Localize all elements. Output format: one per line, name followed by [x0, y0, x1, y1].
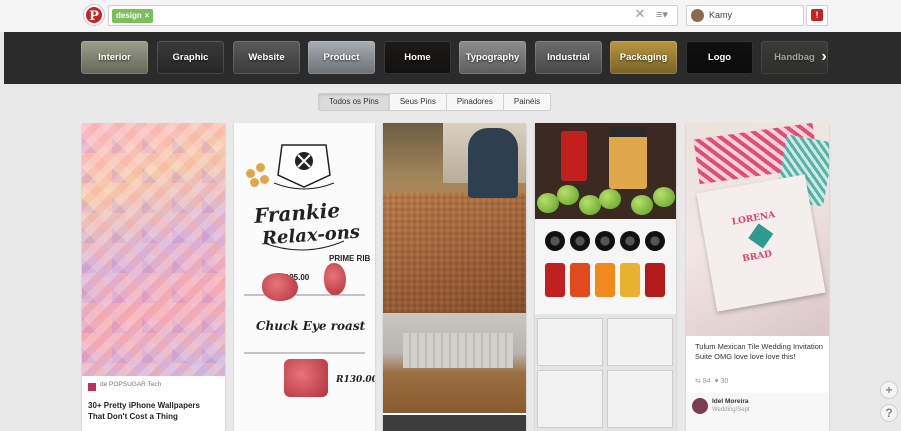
ribs-icon — [284, 359, 328, 397]
sketch-photo — [537, 370, 603, 428]
pin-image[interactable] — [82, 123, 225, 376]
menu-item-title: Chuck Eye roast — [256, 319, 366, 333]
category-industrial[interactable]: Industrial — [535, 41, 602, 74]
pinterest-logo-icon[interactable]: P — [84, 5, 104, 25]
pinner-name[interactable]: Idel Moreira — [712, 398, 748, 405]
tag-remove-icon[interactable]: × — [145, 11, 150, 20]
pin-filter-tabs: Todos os Pins Seus Pins Pinadores Painéi… — [318, 93, 552, 111]
pin-image[interactable]: LORENA BRAD — [686, 123, 829, 336]
pin-image[interactable]: Frankie Relax-ons PRIME RIB R195.00 Chuc… — [234, 123, 375, 431]
apple-icon — [579, 195, 601, 215]
potato-icon — [256, 163, 265, 172]
potato-icon — [250, 178, 259, 187]
jar-icon — [620, 263, 640, 297]
sketch-photo — [607, 318, 673, 366]
sketch-photo — [607, 370, 673, 428]
pin-image[interactable] — [383, 415, 526, 431]
pin-stats: ⇆ 84 ♥ 30 — [695, 377, 728, 385]
source-icon — [88, 383, 96, 391]
sketch-photo — [537, 318, 603, 366]
pinner-board[interactable]: Wedding/Sept — [712, 407, 750, 413]
jar-icon — [595, 263, 615, 297]
pin-image[interactable] — [535, 123, 676, 219]
jar-icon — [645, 263, 665, 297]
user-profile-button[interactable]: Kamy — [686, 5, 804, 26]
pin-card-penny-floor[interactable] — [383, 123, 526, 431]
cabinet-photo — [403, 333, 513, 368]
pin-image[interactable] — [535, 314, 676, 431]
notification-icon: ! — [811, 9, 823, 21]
menu-price: R130.00 — [336, 375, 375, 385]
category-typography[interactable]: Typography — [459, 41, 526, 74]
diamond-icon — [748, 223, 774, 249]
jar-icon — [545, 263, 565, 297]
clear-search-icon[interactable]: ✕ — [634, 6, 646, 22]
tab-all-pins[interactable]: Todos os Pins — [319, 94, 390, 110]
menu-dropdown-icon[interactable]: ≡▾ — [650, 6, 674, 24]
repin-count: 84 — [702, 378, 711, 385]
category-interior[interactable]: Interior — [81, 41, 148, 74]
tab-your-pins[interactable]: Seus Pins — [390, 94, 447, 110]
lid-icon — [545, 231, 565, 251]
invitation-name: BRAD — [741, 249, 773, 265]
category-bar: Interior Graphic Website Product Home Ty… — [4, 32, 901, 84]
category-website[interactable]: Website — [233, 41, 300, 74]
invitation-card: LORENA BRAD — [696, 174, 826, 312]
lid-icon — [620, 231, 640, 251]
help-button[interactable]: ? — [880, 404, 898, 422]
tab-boards[interactable]: Painéis — [504, 94, 550, 110]
like-count: 30 — [720, 378, 729, 385]
apple-icon — [599, 189, 621, 209]
lid-icon — [595, 231, 615, 251]
apple-icon — [537, 193, 559, 213]
repin-icon: ⇆ — [695, 378, 703, 385]
top-bar: P design × ✕ ≡▾ Kamy ! — [0, 0, 901, 32]
steak-icon — [262, 273, 298, 301]
jar-icon — [609, 127, 647, 189]
pin-image[interactable] — [383, 313, 526, 413]
jar-icon — [570, 263, 590, 297]
search-input[interactable]: design × — [108, 5, 678, 26]
avatar — [691, 9, 704, 22]
pin-source[interactable]: de POPSUGAR Tech — [100, 381, 161, 388]
pin-card-packaging[interactable] — [535, 123, 676, 431]
pin-card-wallpapers[interactable]: de POPSUGAR Tech 30+ Pretty iPhone Wallp… — [82, 123, 225, 431]
pin-image[interactable] — [383, 123, 526, 313]
apple-icon — [653, 187, 675, 207]
pin-title[interactable]: 30+ Pretty iPhone Wallpapers That Don't … — [88, 400, 218, 422]
pin-card-menu[interactable]: Frankie Relax-ons PRIME RIB R195.00 Chuc… — [234, 123, 375, 431]
user-name: Kamy — [709, 10, 733, 20]
pin-image[interactable] — [535, 219, 676, 314]
pinner-section[interactable]: Idel Moreira Wedding/Sept — [686, 393, 829, 431]
apple-icon — [557, 185, 579, 205]
invitation-name: LORENA — [731, 210, 776, 228]
person-photo — [468, 128, 518, 198]
lid-icon — [645, 231, 665, 251]
potato-icon — [246, 169, 255, 178]
category-logo[interactable]: Logo — [686, 41, 753, 74]
add-pin-button[interactable]: + — [880, 381, 898, 399]
category-packaging[interactable]: Packaging — [610, 41, 677, 74]
potato-icon — [260, 175, 269, 184]
search-tag-label: design — [116, 11, 142, 20]
category-graphic[interactable]: Graphic — [157, 41, 224, 74]
penny-floor-photo — [383, 193, 526, 313]
search-tag-design[interactable]: design × — [112, 9, 154, 23]
tab-pinners[interactable]: Pinadores — [447, 94, 504, 110]
next-arrow-icon[interactable]: › — [816, 47, 832, 67]
apple-icon — [631, 195, 653, 215]
lid-icon — [570, 231, 590, 251]
jar-icon — [561, 131, 587, 181]
steak-icon — [324, 263, 346, 295]
avatar[interactable] — [692, 398, 708, 414]
menu-item-label: PRIME RIB — [329, 254, 371, 263]
pin-card-wedding[interactable]: LORENA BRAD Tulum Mexican Tile Wedding I… — [686, 123, 829, 393]
category-home[interactable]: Home — [384, 41, 451, 74]
pin-description: Tulum Mexican Tile Wedding Invitation Su… — [695, 342, 823, 361]
notifications-button[interactable]: ! — [806, 5, 828, 26]
category-product[interactable]: Product — [308, 41, 375, 74]
